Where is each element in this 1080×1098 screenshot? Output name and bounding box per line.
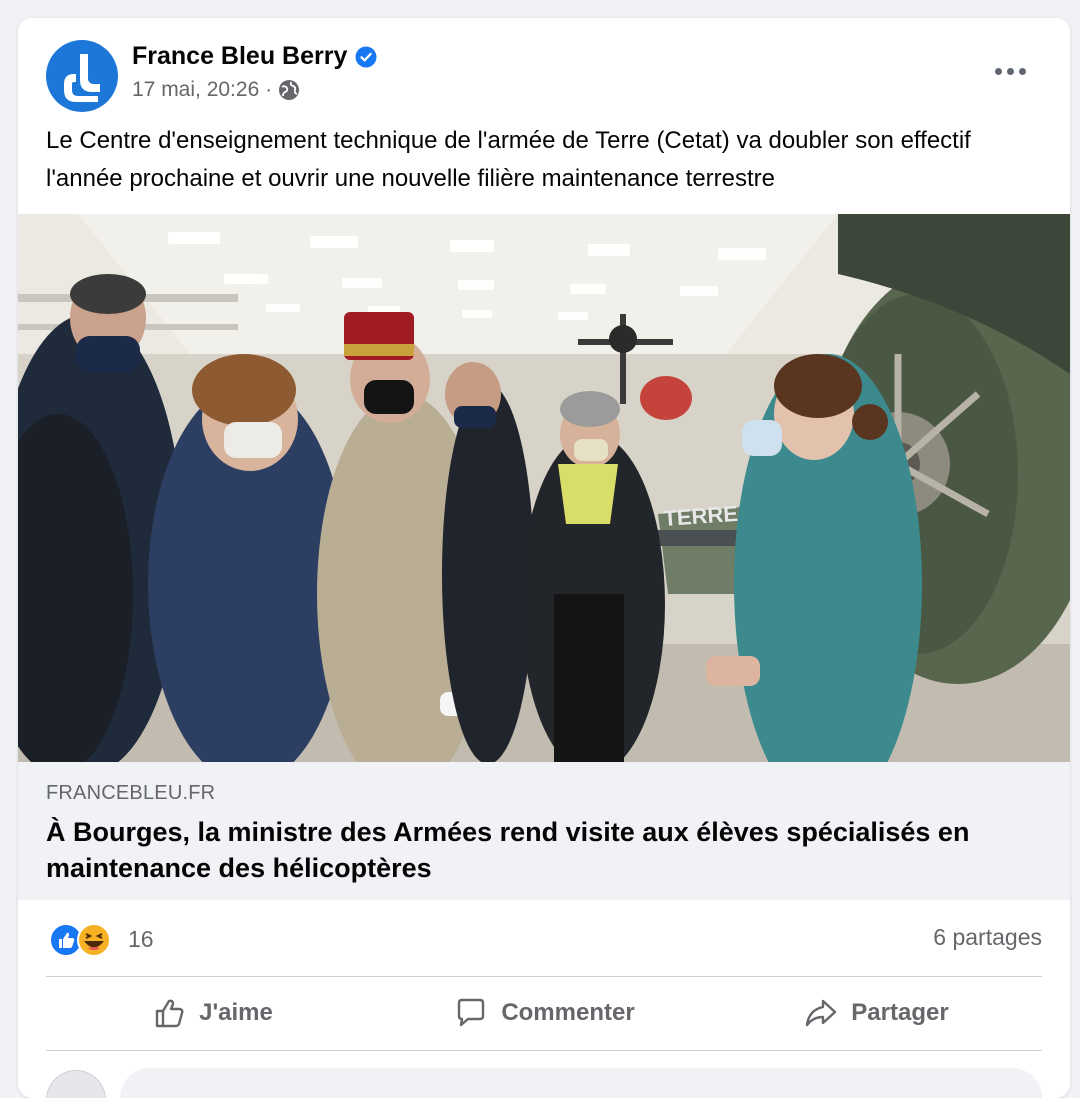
france-bleu-logo [64,54,100,102]
dot [1006,67,1014,75]
link-preview[interactable]: FRANCEBLEU.FR À Bourges, la ministre des… [18,762,1070,900]
post-photo[interactable]: TERRE [18,214,1070,762]
page-avatar[interactable] [46,40,118,112]
dot [994,67,1002,75]
user-avatar[interactable] [46,1070,106,1098]
comment-button[interactable]: Commenter [378,980,710,1046]
divider [46,976,1042,977]
post-timestamp[interactable]: 17 mai, 20:26 · [132,78,272,102]
photo-illustration: TERRE [18,214,1070,762]
comment-composer [46,1066,1042,1098]
verified-badge-icon [355,46,377,67]
photo-caption-text: TERRE [663,501,739,531]
action-bar: J'aime Commenter Partager [46,980,1042,1046]
globe-icon[interactable] [278,79,300,101]
share-label: Partager [851,999,949,1026]
share-icon [806,999,837,1027]
comment-label: Commenter [501,999,635,1026]
like-icon [155,999,184,1028]
dot [1018,67,1026,75]
link-domain: FRANCEBLEU.FR [46,782,216,804]
page-name-label[interactable]: France Bleu Berry [132,42,347,71]
haha-reaction-icon [77,923,111,957]
post-text: Le Centre d'enseignement technique de l'… [46,127,971,192]
divider [46,1050,1042,1051]
link-title[interactable]: À Bourges, la ministre des Armées rend v… [46,814,1036,886]
like-label: J'aime [199,999,273,1026]
shares-count[interactable]: 6 partages [933,924,1042,951]
share-button[interactable]: Partager [710,980,1042,1046]
reaction-icons[interactable] [48,922,118,958]
reaction-count[interactable]: 16 [128,926,154,953]
comment-icon [458,998,485,1027]
page-name[interactable]: France Bleu Berry [132,42,377,71]
post-header: France Bleu Berry 17 mai, 20:26 · Le Cen… [18,18,1070,192]
comment-input[interactable] [120,1068,1042,1098]
more-options-icon[interactable] [990,56,1030,86]
reactions-row: 16 6 partages [18,916,1070,966]
like-button[interactable]: J'aime [46,980,378,1046]
post-meta: 17 mai, 20:26 · [132,78,300,102]
post-card: France Bleu Berry 17 mai, 20:26 · Le Cen… [18,18,1070,1098]
